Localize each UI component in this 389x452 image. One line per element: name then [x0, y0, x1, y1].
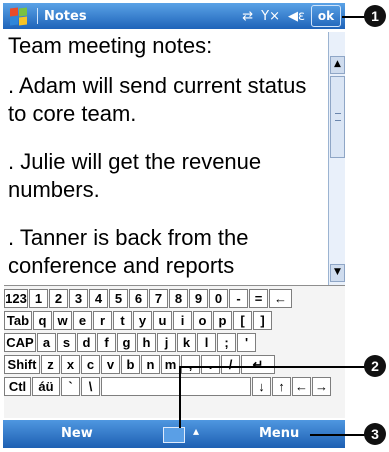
key[interactable]: 6	[129, 289, 148, 308]
key[interactable]: ;	[217, 333, 236, 352]
callout-badge: 3	[364, 423, 386, 445]
connectivity-icon[interactable]: ⇄	[242, 9, 253, 24]
backspace-key[interactable]: ←	[269, 289, 292, 308]
note-paragraph: . Adam will send current status to core …	[8, 73, 307, 126]
key[interactable]: .	[201, 355, 220, 374]
key[interactable]: d	[77, 333, 96, 352]
pocketpc-screen: Notes ⇄ Y× ◀ε ok Team meeting notes: . A…	[0, 0, 352, 452]
key[interactable]: m	[161, 355, 180, 374]
key[interactable]: v	[101, 355, 120, 374]
key[interactable]: o	[193, 311, 212, 330]
key[interactable]: p	[213, 311, 232, 330]
key[interactable]: x	[61, 355, 80, 374]
scroll-up-icon[interactable]: ▲	[330, 56, 345, 74]
key[interactable]: n	[141, 355, 160, 374]
key-123[interactable]: 123	[4, 289, 28, 308]
menu-button[interactable]: Menu	[259, 426, 299, 441]
key[interactable]: e	[73, 311, 92, 330]
callout-line	[310, 434, 366, 436]
key[interactable]: 4	[89, 289, 108, 308]
key[interactable]: 7	[149, 289, 168, 308]
key[interactable]: s	[57, 333, 76, 352]
key[interactable]: z	[41, 355, 60, 374]
tab-key[interactable]: Tab	[4, 311, 32, 330]
note-paragraph: Team meeting notes:	[8, 33, 213, 58]
key[interactable]: [	[233, 311, 252, 330]
key[interactable]: i	[173, 311, 192, 330]
signal-off-icon[interactable]: Y×	[261, 9, 280, 24]
enter-key[interactable]: ↵	[241, 355, 275, 374]
right-arrow-key[interactable]: →	[312, 377, 331, 396]
title-separator	[37, 8, 38, 24]
key[interactable]: 1	[29, 289, 48, 308]
key[interactable]: q	[33, 311, 52, 330]
key[interactable]: =	[249, 289, 268, 308]
key[interactable]: g	[117, 333, 136, 352]
app-title: Notes	[44, 8, 87, 24]
accent-key[interactable]: áü	[32, 377, 60, 396]
key[interactable]: 8	[169, 289, 188, 308]
key[interactable]: r	[93, 311, 112, 330]
shift-key[interactable]: Shift	[4, 355, 40, 374]
key[interactable]: h	[137, 333, 156, 352]
key[interactable]: y	[133, 311, 152, 330]
new-button[interactable]: New	[61, 426, 93, 441]
space-key[interactable]	[101, 377, 251, 396]
scroll-down-icon[interactable]: ▼	[330, 264, 345, 282]
keyboard-icon[interactable]	[163, 427, 185, 443]
key[interactable]: k	[177, 333, 196, 352]
key[interactable]: ]	[253, 311, 272, 330]
volume-icon[interactable]: ◀ε	[288, 9, 305, 24]
start-menu-icon[interactable]	[9, 6, 29, 26]
callout-line	[342, 16, 366, 18]
key[interactable]: '	[237, 333, 256, 352]
scroll-thumb[interactable]	[330, 76, 345, 158]
left-arrow-key[interactable]: ←	[292, 377, 311, 396]
key[interactable]: t	[113, 311, 132, 330]
ok-button[interactable]: ok	[311, 5, 341, 27]
up-arrow-key[interactable]: ↑	[272, 377, 291, 396]
callout-line	[180, 366, 366, 368]
key[interactable]: -	[229, 289, 248, 308]
key[interactable]: `	[61, 377, 80, 396]
key[interactable]: ,	[181, 355, 200, 374]
callout-badge: 2	[364, 355, 386, 377]
note-editor[interactable]: Team meeting notes: . Adam will send cur…	[8, 32, 326, 284]
key[interactable]: \	[81, 377, 100, 396]
key[interactable]: a	[37, 333, 56, 352]
key[interactable]: /	[221, 355, 240, 374]
note-paragraph: . Tanner is back from the conference and…	[8, 225, 249, 278]
vertical-scrollbar[interactable]: ▲ ▼	[328, 32, 345, 286]
key[interactable]: b	[121, 355, 140, 374]
title-bar: Notes ⇄ Y× ◀ε ok	[3, 3, 345, 29]
key[interactable]: j	[157, 333, 176, 352]
menu-bar: New ▴ Menu	[3, 420, 345, 448]
callout-line	[179, 366, 181, 428]
caps-key[interactable]: CAP	[4, 333, 36, 352]
key[interactable]: f	[97, 333, 116, 352]
key[interactable]: u	[153, 311, 172, 330]
key[interactable]: 0	[209, 289, 228, 308]
key[interactable]: 5	[109, 289, 128, 308]
key[interactable]: c	[81, 355, 100, 374]
callout-badge: 1	[364, 5, 386, 27]
soft-keyboard: 123 1 2 3 4 5 6 7 8 9 0 - = ← Tab q w e …	[4, 285, 345, 418]
key[interactable]: 2	[49, 289, 68, 308]
key[interactable]: 9	[189, 289, 208, 308]
key[interactable]: 3	[69, 289, 88, 308]
key[interactable]: w	[53, 311, 72, 330]
down-arrow-key[interactable]: ↓	[252, 377, 271, 396]
grip-icon	[335, 113, 341, 121]
ctl-key[interactable]: Ctl	[4, 377, 31, 396]
status-icons: ⇄ Y× ◀ε	[242, 9, 305, 24]
note-paragraph: . Julie will get the revenue numbers.	[8, 149, 262, 202]
input-panel-arrow-icon[interactable]: ▴	[193, 424, 199, 438]
key[interactable]: l	[197, 333, 216, 352]
